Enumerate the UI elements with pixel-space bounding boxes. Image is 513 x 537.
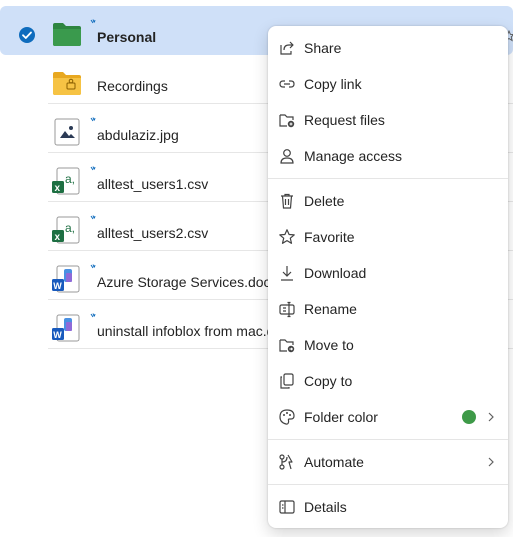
svg-text:x: x [55,232,61,243]
menu-item-details[interactable]: Details [268,491,508,523]
menu-item-label: Request files [304,112,385,128]
new-item-sparkle-icon [90,313,98,321]
file-name[interactable]: Personal [97,29,156,45]
menu-item-delete[interactable]: Delete [268,185,508,217]
menu-item-label: Favorite [304,229,355,245]
menu-item-copy-to[interactable]: Copy to [268,365,508,397]
file-name[interactable]: Recordings [97,78,168,94]
new-item-sparkle-icon [90,19,98,27]
menu-item-share[interactable]: Share [268,32,508,64]
menu-item-label: Details [304,499,347,515]
menu-divider [268,178,508,179]
trash-icon [278,192,296,210]
menu-item-label: Move to [304,337,354,353]
menu-divider [268,484,508,485]
file-name[interactable]: Azure Storage Services.docx [97,274,278,290]
new-item-sparkle-icon [90,215,98,223]
chevron-right-icon [486,456,496,468]
person-icon [278,147,296,165]
menu-item-move-to[interactable]: Move to [268,329,508,361]
menu-item-label: Manage access [304,148,403,164]
word-doc-icon: W [52,314,82,342]
menu-divider [268,439,508,440]
menu-item-favorite[interactable]: Favorite [268,221,508,253]
menu-item-request-files[interactable]: Request files [268,104,508,136]
menu-item-label: Folder color [304,409,378,425]
menu-item-manage-access[interactable]: Manage access [268,140,508,172]
file-name[interactable]: alltest_users2.csv [97,225,208,241]
details-icon [278,498,296,516]
menu-item-label: Copy link [304,76,362,92]
share-icon [278,39,296,57]
menu-item-label: Delete [304,193,345,209]
chevron-right-icon [486,411,496,423]
automate-icon [278,453,296,471]
menu-item-automate[interactable]: Automate [268,446,508,478]
menu-item-label: Copy to [304,373,353,389]
download-icon [278,264,296,282]
menu-item-label: Download [304,265,367,281]
svg-text:a,: a, [65,221,75,235]
move-to-icon [278,336,296,354]
context-menu: Share Copy link Request files Manage acc… [268,26,508,528]
new-item-sparkle-icon [90,166,98,174]
menu-item-label: Share [304,40,342,56]
menu-item-copy-link[interactable]: Copy link [268,68,508,100]
palette-icon [278,408,296,426]
file-name[interactable]: uninstall infoblox from mac.docx [97,323,296,339]
menu-item-rename[interactable]: Rename [268,293,508,325]
file-name[interactable]: alltest_users1.csv [97,176,208,192]
menu-item-download[interactable]: Download [268,257,508,289]
folder-recordings-icon [52,69,82,97]
new-item-sparkle-icon [90,264,98,272]
svg-text:W: W [53,330,62,340]
menu-item-label: Rename [304,301,357,317]
svg-text:x: x [55,183,61,194]
folder-color-swatch [462,410,476,424]
link-icon [278,75,296,93]
checkmark-circle-icon[interactable] [18,26,36,44]
menu-item-folder-color[interactable]: Folder color [268,401,508,433]
word-doc-icon: W [52,265,82,293]
copy-to-icon [278,372,296,390]
menu-item-label: Automate [304,454,364,470]
rename-icon [278,300,296,318]
excel-csv-icon: a, x [52,216,82,244]
star-icon [278,228,296,246]
file-name[interactable]: abdulaziz.jpg [97,127,179,143]
new-item-sparkle-icon [90,117,98,125]
request-files-icon [278,111,296,129]
excel-csv-icon: a, x [52,167,82,195]
svg-text:a,: a, [65,172,75,186]
folder-green-icon [52,20,82,48]
svg-text:W: W [53,281,62,291]
image-file-icon [52,118,82,146]
